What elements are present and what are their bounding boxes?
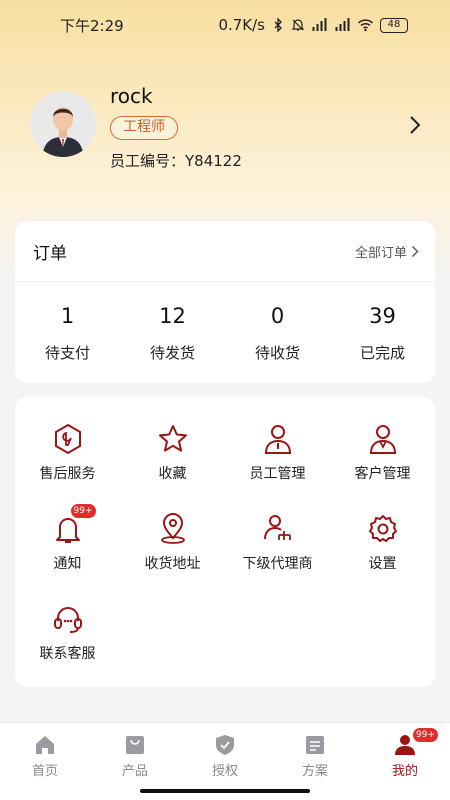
orders-card: 订单 全部订单 1 待支付 12 待发货 0 待收货 39 已完成 bbox=[15, 221, 435, 383]
mute-icon bbox=[291, 19, 305, 31]
order-stat-pending-payment[interactable]: 1 待支付 bbox=[15, 282, 120, 382]
net-speed: 0.7K/s bbox=[218, 16, 265, 34]
status-time: 下午2:29 bbox=[60, 16, 124, 35]
employee-icon bbox=[264, 425, 291, 454]
service-contact-support[interactable]: 联系客服 bbox=[15, 603, 120, 663]
tab-mine[interactable]: 99+ 我的 bbox=[360, 723, 450, 800]
bag-icon bbox=[126, 736, 144, 754]
stat-count: 1 bbox=[60, 304, 75, 328]
wifi-icon bbox=[357, 19, 374, 32]
tab-label: 我的 bbox=[391, 764, 418, 779]
home-icon bbox=[36, 736, 54, 754]
gear-icon bbox=[368, 515, 397, 542]
profile-header[interactable]: rock 工程师 员工编号：Y84122 bbox=[30, 84, 430, 174]
chevron-right-icon[interactable] bbox=[408, 114, 422, 136]
orders-title: 订单 bbox=[33, 243, 67, 264]
service-favorites[interactable]: 收藏 bbox=[120, 423, 225, 483]
tab-badge: 99+ bbox=[412, 727, 439, 743]
service-label: 客户管理 bbox=[354, 466, 411, 482]
service-employee-management[interactable]: 员工管理 bbox=[225, 423, 330, 483]
battery-indicator: 48 bbox=[380, 17, 408, 33]
service-label: 通知 bbox=[53, 556, 82, 572]
service-shipping-address[interactable]: 收货地址 bbox=[120, 513, 225, 573]
headset-icon bbox=[53, 607, 82, 633]
document-icon bbox=[306, 736, 324, 754]
signal-icon-2 bbox=[335, 18, 350, 31]
tab-home[interactable]: 首页 bbox=[0, 723, 90, 800]
avatar[interactable] bbox=[30, 91, 96, 157]
bluetooth-icon bbox=[274, 18, 282, 32]
shield-icon bbox=[216, 735, 234, 755]
service-notifications[interactable]: 99+ 通知 bbox=[15, 503, 120, 573]
signal-icon bbox=[312, 18, 327, 31]
stat-label: 待收货 bbox=[254, 344, 300, 362]
service-customer-management[interactable]: 客户管理 bbox=[330, 423, 435, 483]
customer-icon bbox=[369, 425, 396, 454]
org-icon bbox=[263, 515, 291, 540]
service-label: 下级代理商 bbox=[242, 556, 313, 572]
employee-id: 员工编号：Y84122 bbox=[110, 152, 242, 170]
home-indicator bbox=[140, 789, 310, 793]
services-card: 售后服务 收藏 员工管理 客户管理 99+ 通知 收货地址 下级代理商 设置 联… bbox=[15, 397, 435, 687]
role-badge: 工程师 bbox=[110, 116, 178, 140]
avatar-person-icon bbox=[30, 91, 96, 157]
status-bar: 下午2:29 0.7K/s 48 bbox=[0, 0, 450, 50]
all-orders-link[interactable]: 全部订单 bbox=[355, 242, 419, 261]
service-label: 设置 bbox=[368, 556, 397, 572]
service-label: 联系客服 bbox=[39, 646, 96, 662]
service-sub-agents[interactable]: 下级代理商 bbox=[225, 513, 330, 573]
tab-label: 产品 bbox=[121, 764, 148, 779]
service-label: 售后服务 bbox=[39, 466, 96, 482]
service-label: 员工管理 bbox=[249, 466, 306, 482]
tab-label: 首页 bbox=[31, 764, 58, 779]
stat-label: 待发货 bbox=[149, 344, 195, 362]
service-label: 收货地址 bbox=[144, 556, 201, 572]
order-stats: 1 待支付 12 待发货 0 待收货 39 已完成 bbox=[15, 282, 435, 382]
order-stat-pending-receipt[interactable]: 0 待收货 bbox=[225, 282, 330, 382]
service-label: 收藏 bbox=[158, 466, 187, 482]
service-after-sales[interactable]: 售后服务 bbox=[15, 423, 120, 483]
tab-label: 授权 bbox=[211, 764, 238, 779]
username: rock bbox=[110, 84, 153, 108]
star-icon bbox=[158, 425, 187, 452]
chevron-right-icon bbox=[412, 245, 419, 257]
order-stat-pending-shipment[interactable]: 12 待发货 bbox=[120, 282, 225, 382]
stat-label: 待支付 bbox=[44, 344, 90, 362]
stat-count: 12 bbox=[159, 304, 186, 328]
tab-label: 方案 bbox=[301, 764, 328, 779]
service-settings[interactable]: 设置 bbox=[330, 513, 435, 573]
stat-count: 39 bbox=[369, 304, 396, 328]
after-sales-icon bbox=[54, 423, 81, 455]
orders-header: 订单 全部订单 bbox=[15, 221, 435, 282]
order-stat-completed[interactable]: 39 已完成 bbox=[330, 282, 435, 382]
all-orders-label: 全部订单 bbox=[354, 245, 407, 261]
notification-badge: 99+ bbox=[69, 503, 97, 519]
stat-count: 0 bbox=[270, 304, 285, 328]
stat-label: 已完成 bbox=[359, 344, 405, 362]
location-icon bbox=[160, 513, 185, 544]
